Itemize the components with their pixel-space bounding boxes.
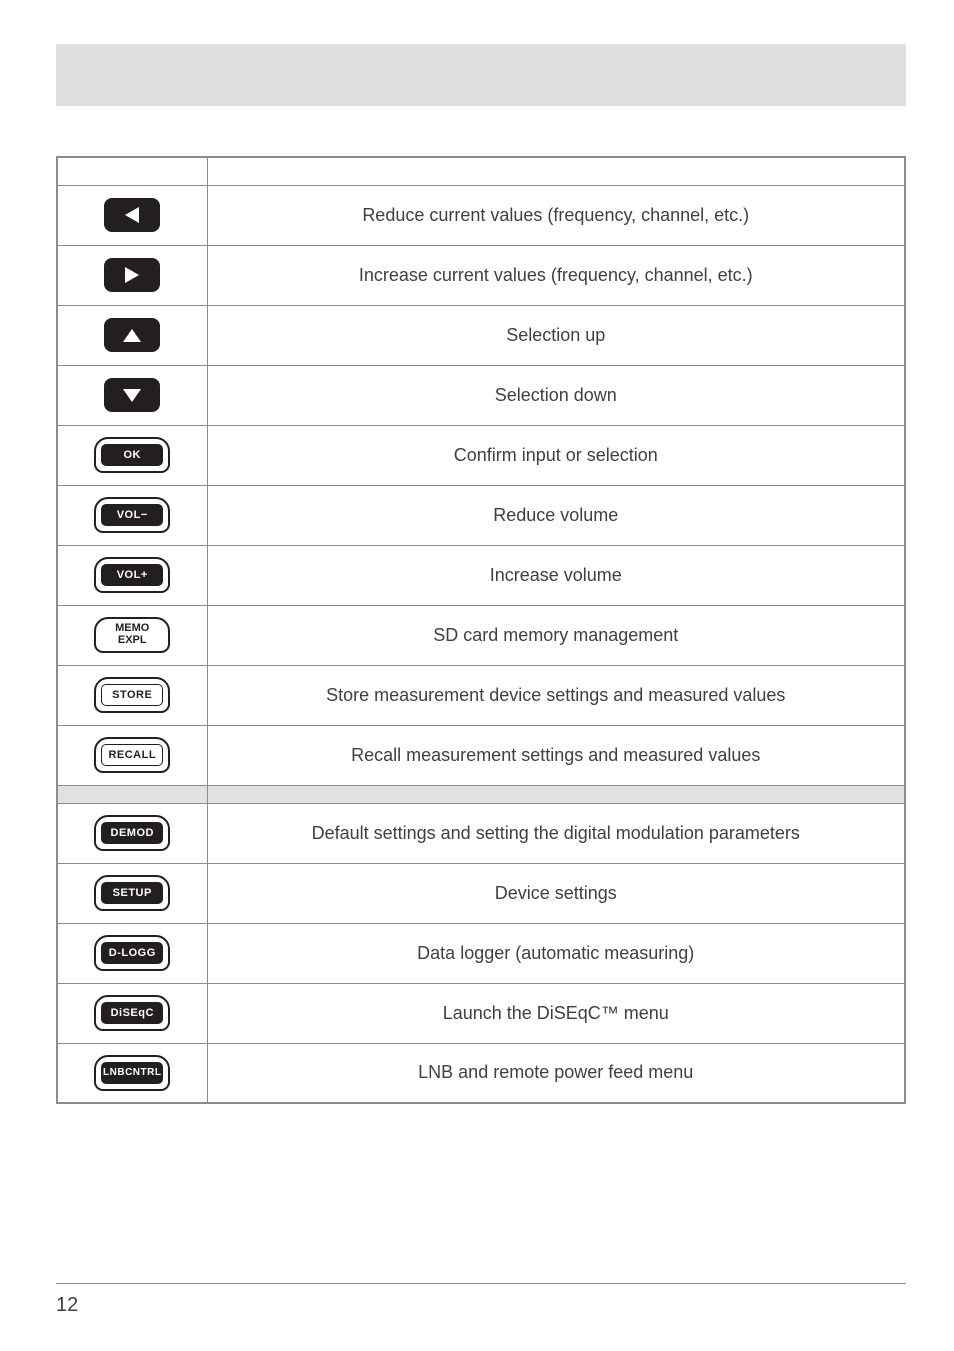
up-arrow-button [104,318,160,352]
desc-cell: Launch the DiSEqC™ menu [207,983,905,1043]
page: Reduce current values (frequency, channe… [0,0,954,1351]
desc-cell: Selection down [207,365,905,425]
desc-cell: Confirm input or selection [207,425,905,485]
section-divider-row [57,785,905,803]
icon-cell-down [57,365,207,425]
icon-cell-dlogg: D-LOGG [57,923,207,983]
divider-icon-cell [57,785,207,803]
header-icon-cell [57,157,207,185]
icon-cell-vol-minus: VOL− [57,485,207,545]
divider-desc-cell [207,785,905,803]
recall-button: RECALL [94,737,170,773]
diseqc-button: DiSEqC [94,995,170,1031]
icon-cell-diseqc: DiSEqC [57,983,207,1043]
table-row: DEMOD Default settings and setting the d… [57,803,905,863]
desc-cell: Device settings [207,863,905,923]
button-reference-table: Reduce current values (frequency, channe… [56,156,906,1104]
dlogg-label: D-LOGG [101,942,163,964]
table-row: MEMOEXPL SD card memory management [57,605,905,665]
icon-cell-memo: MEMOEXPL [57,605,207,665]
icon-cell-lnb: LNBCNTRL [57,1043,207,1103]
setup-button: SETUP [94,875,170,911]
lnb-cntrl-label: LNBCNTRL [101,1062,163,1084]
memo-line1: MEMO [115,622,149,634]
icon-cell-right [57,245,207,305]
page-footer: 12 [56,1283,906,1317]
setup-label: SETUP [101,882,163,904]
table-row: STORE Store measurement device settings … [57,665,905,725]
triangle-left-icon [125,207,139,223]
desc-cell: Increase volume [207,545,905,605]
store-label: STORE [101,684,163,706]
memo-expl-label: MEMOEXPL [115,623,149,646]
icon-cell-vol-plus: VOL+ [57,545,207,605]
memo-line2: EXPL [118,634,147,646]
vol-minus-label: VOL− [101,504,163,526]
desc-cell: Default settings and setting the digital… [207,803,905,863]
lnb-line1: LNB [103,1068,125,1079]
triangle-up-icon [123,329,141,342]
table-header-row [57,157,905,185]
desc-cell: Recall measurement settings and measured… [207,725,905,785]
desc-cell: Reduce current values (frequency, channe… [207,185,905,245]
down-arrow-button [104,378,160,412]
ok-button-label: OK [101,444,163,466]
triangle-right-icon [125,267,139,283]
table-row: Selection up [57,305,905,365]
table-row: Increase current values (frequency, chan… [57,245,905,305]
right-arrow-button [104,258,160,292]
icon-cell-demod: DEMOD [57,803,207,863]
ok-button: OK [94,437,170,473]
icon-cell-store: STORE [57,665,207,725]
desc-cell: Data logger (automatic measuring) [207,923,905,983]
lnb-cntrl-button: LNBCNTRL [94,1055,170,1091]
demod-label: DEMOD [101,822,163,844]
vol-plus-label: VOL+ [101,564,163,586]
table-row: SETUP Device settings [57,863,905,923]
vol-minus-button: VOL− [94,497,170,533]
icon-cell-recall: RECALL [57,725,207,785]
diseqc-label: DiSEqC [101,1002,163,1024]
lnb-line2: CNTRL [125,1068,161,1079]
content-area: Reduce current values (frequency, channe… [56,44,906,1104]
desc-cell: Store measurement device settings and me… [207,665,905,725]
desc-cell: Reduce volume [207,485,905,545]
triangle-down-icon [123,389,141,402]
table-row: VOL− Reduce volume [57,485,905,545]
memo-expl-button: MEMOEXPL [94,617,170,653]
desc-cell: SD card memory management [207,605,905,665]
icon-cell-up [57,305,207,365]
recall-label: RECALL [101,744,163,766]
table-row: RECALL Recall measurement settings and m… [57,725,905,785]
left-arrow-button [104,198,160,232]
desc-cell: Increase current values (frequency, chan… [207,245,905,305]
table-row: LNBCNTRL LNB and remote power feed menu [57,1043,905,1103]
store-button: STORE [94,677,170,713]
header-desc-cell [207,157,905,185]
table-row: OK Confirm input or selection [57,425,905,485]
table-row: D-LOGG Data logger (automatic measuring) [57,923,905,983]
icon-cell-ok: OK [57,425,207,485]
table-row: VOL+ Increase volume [57,545,905,605]
desc-cell: Selection up [207,305,905,365]
icon-cell-setup: SETUP [57,863,207,923]
table-row: Selection down [57,365,905,425]
dlogg-button: D-LOGG [94,935,170,971]
table-row: DiSEqC Launch the DiSEqC™ menu [57,983,905,1043]
vol-plus-button: VOL+ [94,557,170,593]
page-number: 12 [56,1294,78,1316]
desc-cell: LNB and remote power feed menu [207,1043,905,1103]
table-row: Reduce current values (frequency, channe… [57,185,905,245]
demod-button: DEMOD [94,815,170,851]
icon-cell-left [57,185,207,245]
